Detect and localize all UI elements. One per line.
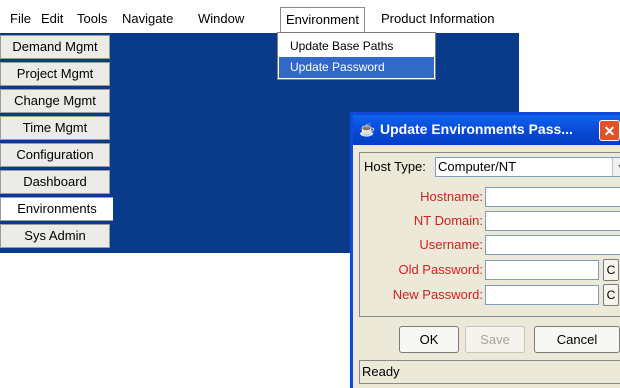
- menu-item-update-base-paths[interactable]: Update Base Paths: [279, 36, 434, 57]
- menu-edit[interactable]: Edit: [41, 10, 63, 28]
- menu-environment[interactable]: Environment: [280, 7, 365, 33]
- environment-dropdown: Update Base Paths Update Password: [277, 32, 436, 80]
- update-password-dialog: ☕ Update Environments Pass... ✕ Host Typ…: [350, 112, 620, 388]
- menu-tools[interactable]: Tools: [77, 10, 107, 28]
- dialog-titlebar[interactable]: ☕ Update Environments Pass... ✕: [353, 115, 620, 145]
- new-password-label: New Password:: [392, 287, 483, 302]
- new-password-field[interactable]: [485, 285, 599, 305]
- menu-product-information[interactable]: Product Information: [381, 10, 494, 28]
- hostname-field[interactable]: [485, 187, 620, 207]
- nav-time-mgmt[interactable]: Time Mgmt: [0, 116, 110, 140]
- new-password-c-button[interactable]: C: [603, 284, 619, 306]
- nt-domain-field[interactable]: [485, 211, 620, 231]
- hostname-label: Hostname:: [420, 189, 483, 204]
- nav-project-mgmt[interactable]: Project Mgmt: [0, 62, 110, 86]
- host-type-select[interactable]: Computer/NT ▼: [435, 157, 620, 177]
- username-label: Username:: [419, 237, 483, 252]
- nav-sys-admin[interactable]: Sys Admin: [0, 224, 110, 248]
- nav-dashboard[interactable]: Dashboard: [0, 170, 110, 194]
- host-type-value: Computer/NT: [438, 159, 517, 174]
- nav-configuration[interactable]: Configuration: [0, 143, 110, 167]
- menu-navigate[interactable]: Navigate: [122, 10, 173, 28]
- old-password-field[interactable]: [485, 260, 599, 280]
- java-cup-icon: ☕: [359, 122, 376, 137]
- cancel-button[interactable]: Cancel: [534, 326, 620, 353]
- menu-item-update-password[interactable]: Update Password: [279, 57, 434, 78]
- chevron-down-icon[interactable]: ▼: [612, 158, 620, 176]
- old-password-label: Old Password:: [398, 262, 483, 277]
- nav-change-mgmt[interactable]: Change Mgmt: [0, 89, 110, 113]
- menu-file[interactable]: File: [10, 10, 31, 28]
- close-icon[interactable]: ✕: [599, 120, 620, 141]
- save-button[interactable]: Save: [465, 326, 525, 353]
- status-bar: Ready: [359, 360, 620, 384]
- dialog-title: Update Environments Pass...: [380, 121, 573, 137]
- form-panel: Host Type: Computer/NT ▼ Hostname: NT Do…: [359, 152, 620, 317]
- nav-demand-mgmt[interactable]: Demand Mgmt: [0, 35, 110, 59]
- username-field[interactable]: [485, 235, 620, 255]
- old-password-c-button[interactable]: C: [603, 259, 619, 281]
- menu-bar: File Edit Tools Navigate Window Environm…: [0, 0, 620, 33]
- nt-domain-label: NT Domain:: [413, 213, 483, 228]
- ok-button[interactable]: OK: [399, 326, 459, 353]
- host-type-label: Host Type:: [364, 159, 426, 174]
- menu-window[interactable]: Window: [198, 10, 244, 28]
- nav-environments[interactable]: Environments: [0, 197, 113, 221]
